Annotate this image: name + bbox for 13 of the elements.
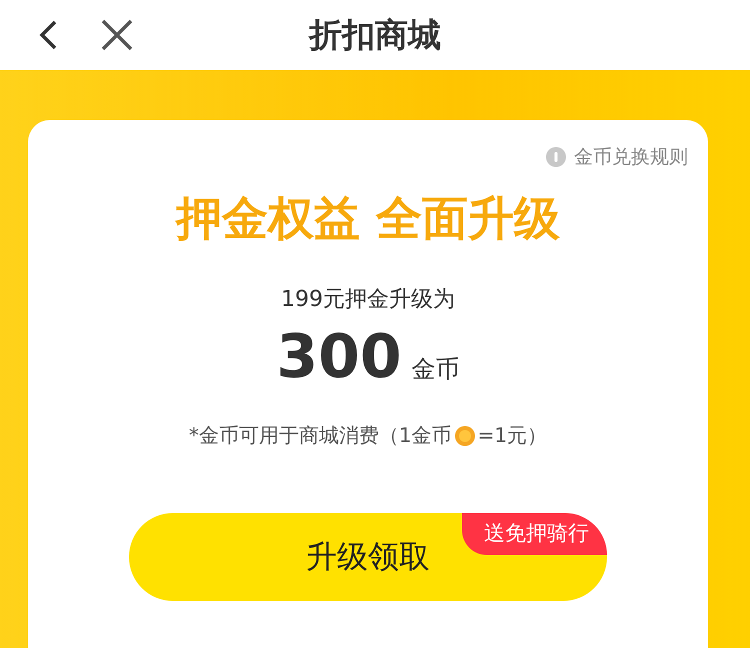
subtitle: 199元押金升级为 (281, 286, 455, 314)
coin-unit: 金币 (412, 354, 460, 385)
promo-badge: 送免押骑行 (462, 513, 607, 555)
page-title: 折扣商城 (309, 14, 441, 56)
note-text: *金币可用于商城消费（1金币 (188, 422, 452, 449)
coin-icon (454, 426, 475, 446)
rules-link[interactable]: 金币兑换规则 (546, 144, 688, 170)
info-icon (546, 147, 566, 167)
back-icon[interactable] (38, 19, 58, 51)
close-icon[interactable] (100, 18, 134, 52)
headline: 押金权益 全面升级 (176, 190, 560, 247)
note-text: =1元） (478, 422, 548, 449)
coin-amount: 300 (276, 322, 402, 392)
